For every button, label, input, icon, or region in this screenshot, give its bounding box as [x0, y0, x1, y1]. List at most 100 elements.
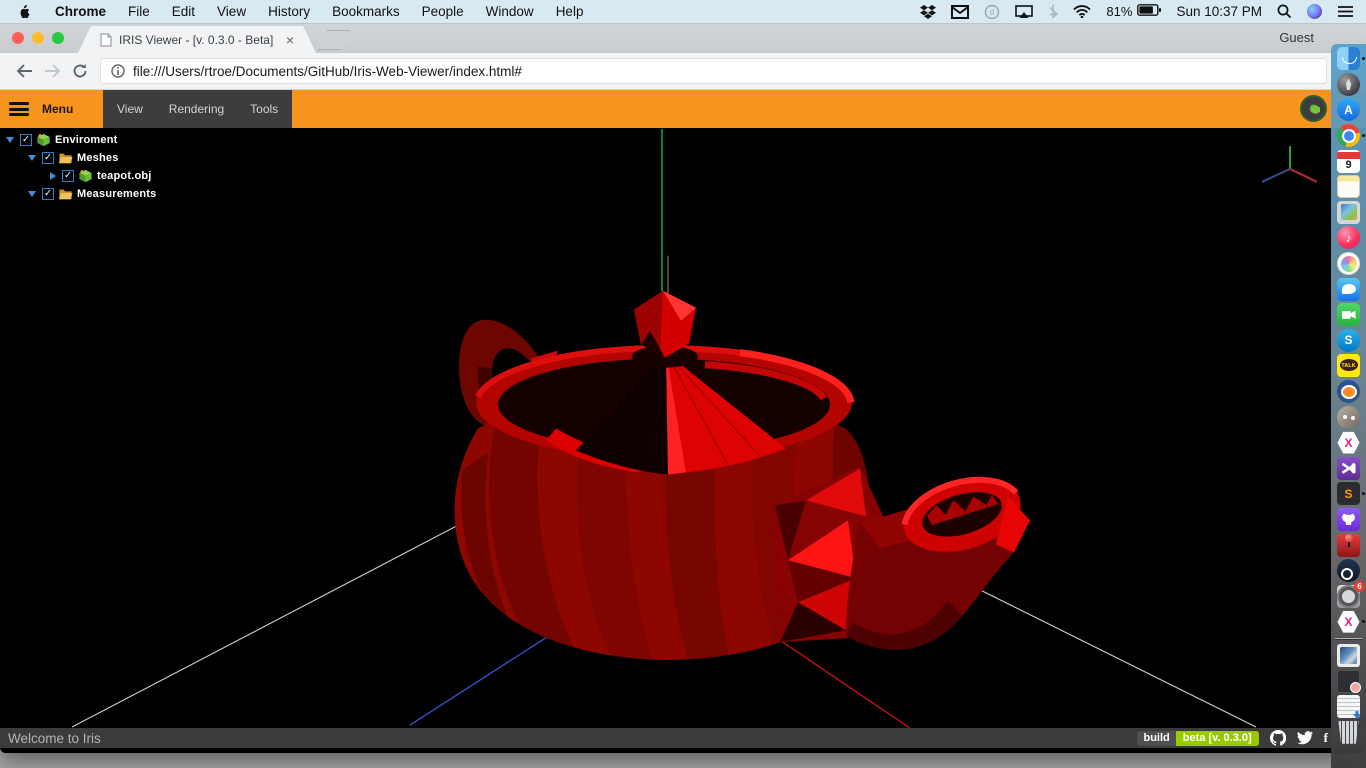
dock-item-messages[interactable]: [1331, 276, 1366, 302]
dock-item-gimp[interactable]: [1331, 404, 1366, 430]
new-tab-button[interactable]: [318, 30, 350, 50]
visibility-checkbox[interactable]: ✓: [42, 152, 54, 164]
visibility-checkbox[interactable]: ✓: [20, 134, 32, 146]
visibility-checkbox[interactable]: ✓: [62, 170, 74, 182]
menubar-item-chrome[interactable]: Chrome: [44, 4, 117, 19]
menu-button[interactable]: Menu: [42, 102, 73, 116]
tab-close-icon[interactable]: ×: [286, 33, 294, 47]
dock-item-app-store[interactable]: A: [1331, 97, 1366, 123]
hamburger-menu-icon[interactable]: [9, 102, 29, 116]
browser-tab[interactable]: IRIS Viewer - [v. 0.3.0 - Beta] ×: [78, 26, 316, 53]
dropbox-icon[interactable]: [920, 5, 936, 19]
menubar-item-edit[interactable]: Edit: [161, 4, 206, 19]
mail-icon[interactable]: [951, 5, 969, 19]
menubar-item-view[interactable]: View: [206, 4, 257, 19]
folder-icon: [58, 187, 73, 201]
app-tab-tools[interactable]: Tools: [250, 102, 278, 116]
forward-button[interactable]: [38, 57, 66, 85]
dock-item-facetime[interactable]: [1331, 302, 1366, 328]
close-window-button[interactable]: [12, 32, 24, 44]
dock-item-document-dark[interactable]: [1331, 668, 1366, 694]
dock-item-xamarin[interactable]: X: [1331, 430, 1366, 456]
tree-node-label[interactable]: teapot.obj: [97, 170, 152, 182]
dock-item-notes[interactable]: [1331, 174, 1366, 200]
menubar-item-bookmarks[interactable]: Bookmarks: [321, 4, 411, 19]
dock-item-trash[interactable]: [1331, 719, 1366, 745]
expand-arrow-icon[interactable]: [28, 191, 36, 197]
dock-item-system-preferences[interactable]: 6: [1331, 583, 1366, 609]
back-button[interactable]: [10, 57, 38, 85]
menubar-item-file[interactable]: File: [117, 4, 161, 19]
status-bar: Welcome to Iris build beta [v. 0.3.0] f: [0, 728, 1366, 748]
minimize-window-button[interactable]: [32, 32, 44, 44]
dock-item-calendar[interactable]: 9: [1331, 148, 1366, 174]
github-icon[interactable]: [1270, 730, 1286, 746]
app-tab-view[interactable]: View: [117, 102, 143, 116]
dock-item-sublime-text[interactable]: S: [1331, 481, 1366, 507]
menubar-item-window[interactable]: Window: [475, 4, 545, 19]
macos-menubar: ChromeFileEditViewHistoryBookmarksPeople…: [0, 0, 1366, 24]
guest-profile-label[interactable]: Guest: [1279, 30, 1314, 45]
url-text[interactable]: file:///Users/rtroe/Documents/GitHub/Iri…: [133, 64, 522, 79]
dock-item-github-desktop[interactable]: [1331, 507, 1366, 533]
menubar-item-people[interactable]: People: [411, 4, 475, 19]
browser-toolbar: file:///Users/rtroe/Documents/GitHub/Iri…: [0, 53, 1366, 90]
apple-menu-icon[interactable]: [12, 4, 34, 20]
running-indicator-dot: [1362, 620, 1365, 623]
teapot-model: [455, 291, 1030, 665]
address-bar[interactable]: file:///Users/rtroe/Documents/GitHub/Iri…: [100, 58, 1327, 84]
tree-node-label[interactable]: Enviroment: [55, 134, 118, 146]
expand-arrow-icon[interactable]: [6, 137, 14, 143]
dock-item-document-stack[interactable]: [1331, 694, 1366, 720]
running-indicator-dot: [1362, 492, 1365, 495]
menubar-clock[interactable]: Sun 10:37 PM: [1176, 4, 1262, 19]
tree-row-meshes: ✓ Meshes: [0, 149, 156, 167]
dock-item-visual-studio[interactable]: [1331, 456, 1366, 482]
siri-icon[interactable]: [1307, 4, 1322, 19]
docker-menu-icon[interactable]: d: [984, 4, 1000, 20]
spotlight-icon[interactable]: [1277, 4, 1292, 19]
tree-row-teapot-obj: ✓ teapot.obj: [0, 167, 156, 185]
menubar-item-help[interactable]: Help: [545, 4, 595, 19]
dock-item-blender[interactable]: [1331, 379, 1366, 405]
battery-icon[interactable]: [1137, 4, 1161, 19]
cube-icon: [36, 133, 51, 147]
dock-item-photos[interactable]: [1331, 251, 1366, 277]
dock-item-kakaotalk[interactable]: TALK: [1331, 353, 1366, 379]
twitter-icon[interactable]: [1297, 731, 1313, 745]
collapse-arrow-icon[interactable]: [50, 172, 56, 180]
app-tab-rendering[interactable]: Rendering: [169, 102, 224, 116]
menubar-item-history[interactable]: History: [257, 4, 321, 19]
dock-item-chrome[interactable]: [1331, 123, 1366, 149]
dock-item-skype[interactable]: S: [1331, 328, 1366, 354]
tree-node-label[interactable]: Measurements: [77, 188, 156, 200]
itunes-icon: ♪: [1337, 226, 1360, 249]
3d-viewport[interactable]: ✓Enviroment✓Meshes✓teapot.obj✓Measuremen…: [0, 128, 1366, 753]
wifi-icon[interactable]: [1073, 5, 1091, 18]
svg-text:d: d: [990, 8, 994, 17]
visibility-checkbox[interactable]: ✓: [42, 188, 54, 200]
dock-item-multimedia[interactable]: [1331, 200, 1366, 226]
3d-viewport-canvas[interactable]: [0, 128, 1366, 753]
dock-item-itunes[interactable]: ♪: [1331, 225, 1366, 251]
airplay-icon[interactable]: [1015, 5, 1033, 19]
facebook-icon[interactable]: f: [1324, 730, 1328, 746]
reload-button[interactable]: [66, 57, 94, 85]
dock-item-document-screenshot[interactable]: [1331, 643, 1366, 669]
iris-logo-icon: [1300, 95, 1327, 122]
dock-item-xamarin-studio[interactable]: X: [1331, 609, 1366, 635]
page-info-icon[interactable]: [111, 64, 125, 78]
dock-item-steam[interactable]: [1331, 558, 1366, 584]
zoom-window-button[interactable]: [52, 32, 64, 44]
dock-item-launchpad[interactable]: [1331, 72, 1366, 98]
battery-percent: 81%: [1106, 4, 1132, 19]
dock-item-finder[interactable]: [1331, 46, 1366, 72]
notification-center-icon[interactable]: [1337, 5, 1354, 18]
expand-arrow-icon[interactable]: [28, 155, 36, 161]
document-dark-icon: [1337, 670, 1360, 693]
bluetooth-icon[interactable]: [1048, 4, 1058, 19]
dock-item-openemu[interactable]: [1331, 532, 1366, 558]
page-favicon: [100, 33, 112, 47]
tree-node-label[interactable]: Meshes: [77, 152, 119, 164]
document-stack-icon: [1337, 695, 1360, 718]
